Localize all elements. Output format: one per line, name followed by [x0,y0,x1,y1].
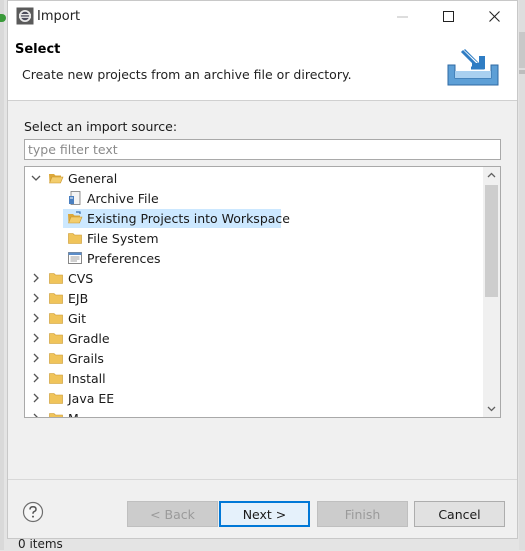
scrollbar-thumb[interactable] [485,185,498,297]
minimize-button[interactable] [380,1,426,33]
folder-icon [49,373,63,384]
tree-item-java-ee[interactable]: Java EE [25,388,484,408]
chevron-right-icon[interactable] [30,372,42,384]
close-icon [489,11,500,22]
background-panel-fragment [519,32,525,68]
tree-item-label: Java EE [68,391,115,406]
background-panel-fragment [519,70,525,74]
tree-item-cvs[interactable]: CVS [25,268,484,288]
scroll-up-arrow-icon[interactable] [483,167,500,184]
tree-item-label: Git [68,311,87,326]
tree-item-general[interactable]: General [25,168,484,188]
chevron-right-icon[interactable] [30,332,42,344]
tree-item-existing-projects[interactable]: Existing Projects into Workspace [25,208,484,228]
eclipse-app-icon [16,7,34,25]
archive-file-icon [69,191,81,205]
background-app-edge-right [519,0,525,550]
existing-projects-icon [68,211,83,224]
import-source-tree[interactable]: General Archive File Existing Projects i… [24,166,501,418]
maximize-icon [443,11,454,22]
tree-item-label: Gradle [68,331,110,346]
button-bar-divider [8,479,517,480]
folder-icon [49,313,63,324]
tree-item-label: Install [68,371,106,386]
tree-item-label: CVS [68,271,94,286]
finish-button[interactable]: Finish [317,501,408,527]
folder-icon [49,413,63,417]
tree-item-git[interactable]: Git [25,308,484,328]
window-title: Import [37,9,81,24]
tree-item-label: M [68,411,79,417]
tree-item-archive-file[interactable]: Archive File [25,188,484,208]
tree-item-label: Existing Projects into Workspace [87,211,290,226]
close-button[interactable] [472,1,518,33]
tree-item-ejb[interactable]: EJB [25,288,484,308]
folder-icon [49,273,63,284]
page-description: Create new projects from an archive file… [22,67,352,82]
background-app-edge [0,0,4,550]
tree-item-label: Preferences [87,251,161,266]
tree-item-file-system[interactable]: File System [25,228,484,248]
back-button[interactable]: < Back [127,501,218,527]
scroll-down-arrow-icon[interactable] [483,400,500,417]
import-wizard-icon [447,49,499,86]
folder-icon [49,353,63,364]
tree-item-label: Grails [68,351,104,366]
folder-icon [49,293,63,304]
tree-item-gradle[interactable]: Gradle [25,328,484,348]
import-dialog: Import Select Create new projects from a… [7,0,518,539]
preferences-icon [68,252,82,264]
folder-icon [49,333,63,344]
minimize-icon [397,16,408,18]
background-run-icon [0,14,6,22]
title-bar[interactable]: Import [8,1,517,33]
help-icon[interactable] [22,501,44,523]
chevron-right-icon[interactable] [30,272,42,284]
import-source-label: Select an import source: [24,119,178,134]
chevron-right-icon[interactable] [30,392,42,404]
next-button[interactable]: Next > [219,501,310,527]
folder-icon [49,393,63,404]
tree-item-label: EJB [68,291,89,306]
maximize-button[interactable] [426,1,472,33]
tree-item-install[interactable]: Install [25,368,484,388]
chevron-right-icon[interactable] [30,292,42,304]
folder-icon [68,233,82,244]
tree-item-grails[interactable]: Grails [25,348,484,368]
folder-open-icon [49,174,64,184]
tree-item-label: Archive File [87,191,159,206]
tree-item-label: General [68,171,118,186]
background-status-text: 0 items [18,537,63,551]
cancel-button[interactable]: Cancel [414,501,505,527]
tree-item-partial[interactable]: M [25,408,484,418]
page-title: Select [15,42,61,57]
tree-vertical-scrollbar[interactable] [483,167,500,417]
chevron-down-icon[interactable] [30,172,42,184]
wizard-content: Select an import source: General Arc [8,101,517,479]
chevron-right-icon[interactable] [30,352,42,364]
wizard-header: Select Create new projects from an archi… [8,33,517,101]
filter-input[interactable] [24,139,501,160]
tree-item-preferences[interactable]: Preferences [25,248,484,268]
chevron-right-icon[interactable] [30,312,42,324]
chevron-right-icon[interactable] [30,412,42,418]
tree-item-label: File System [87,231,159,246]
